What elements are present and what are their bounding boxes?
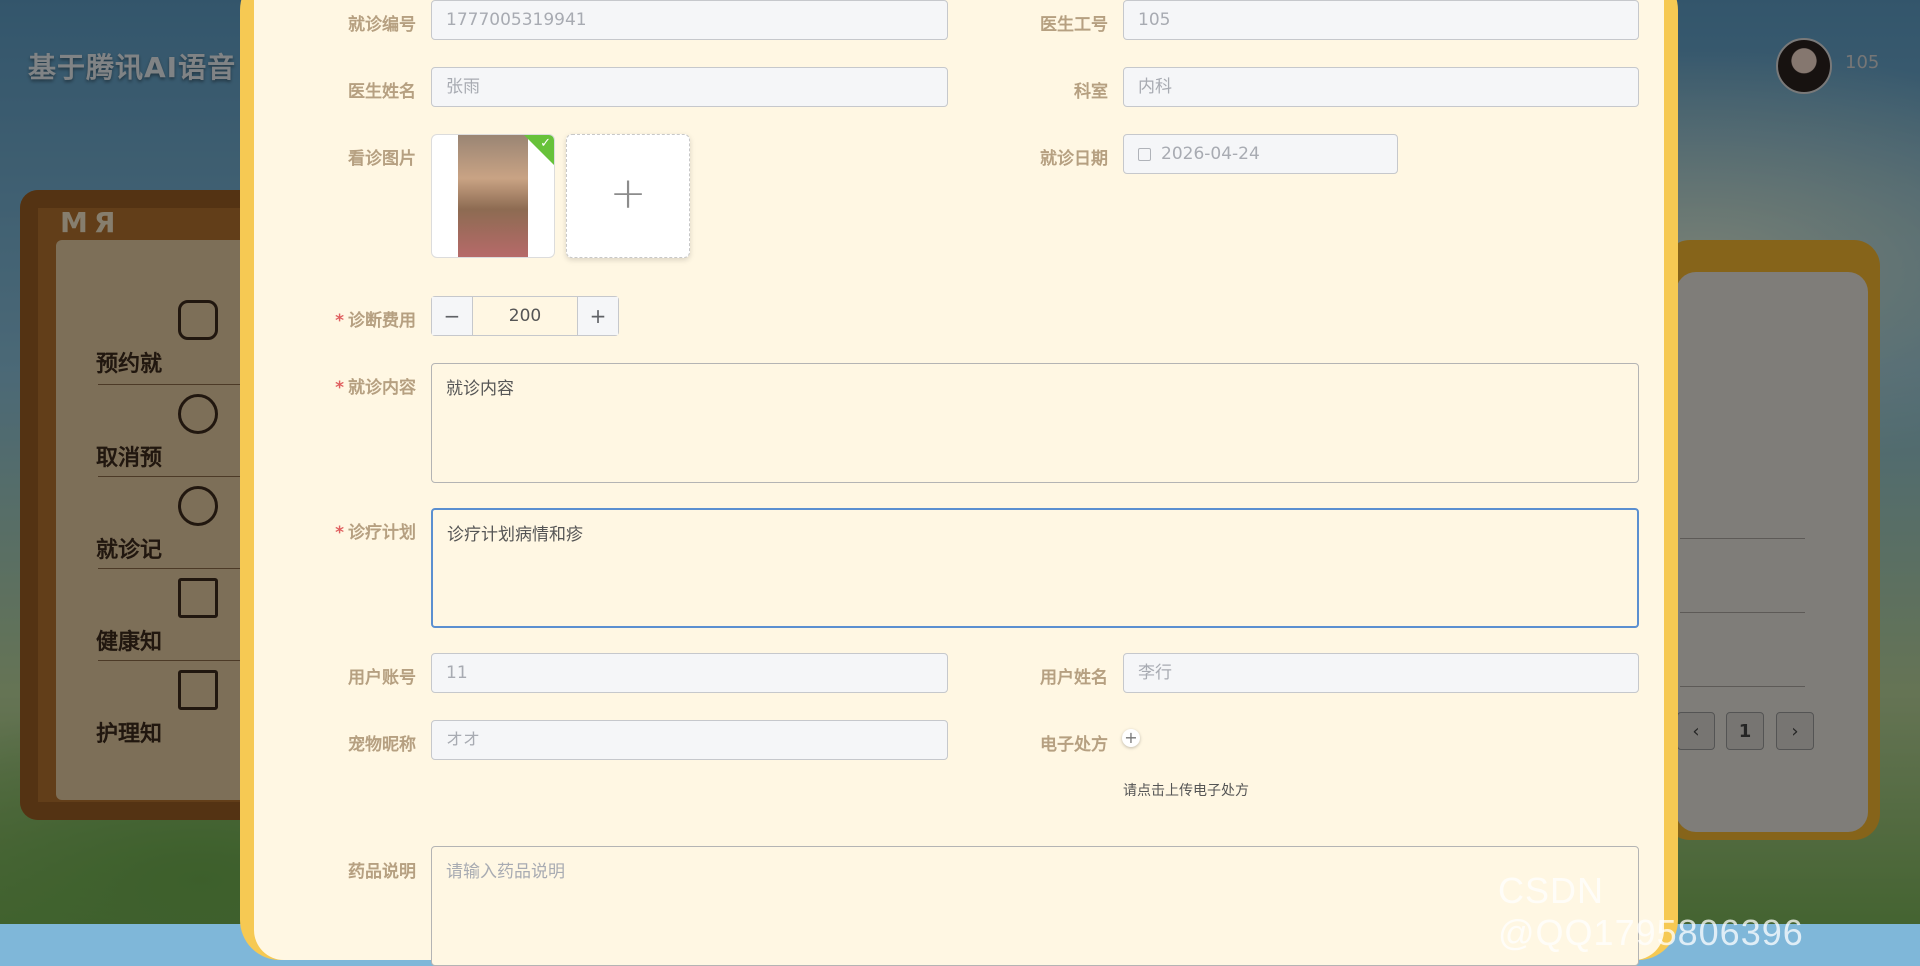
visit-image-thumbnail[interactable]: ✓ (431, 134, 555, 258)
doctor-name-label: 医生姓名 (348, 82, 416, 102)
department-label: 科室 (1074, 82, 1108, 102)
prescription-upload-button[interactable]: + (1122, 729, 1140, 747)
drug-desc-placeholder: 请输入药品说明 (446, 862, 565, 882)
visit-date-label: 就诊日期 (1040, 149, 1108, 169)
plan-label: * 诊疗计划 (335, 523, 416, 543)
user-account-field[interactable]: 11 (431, 653, 948, 693)
user-name-field[interactable]: 李行 (1123, 653, 1639, 693)
doctor-no-label: 医生工号 (1040, 15, 1108, 35)
calendar-icon (1138, 148, 1151, 161)
visit-date-value: 2026-04-24 (1161, 144, 1260, 164)
image-upload-button[interactable]: + (566, 134, 690, 258)
pet-name-label: 宠物昵称 (348, 735, 416, 755)
fee-value[interactable]: 200 (473, 297, 577, 335)
doctor-no-field[interactable]: 105 (1123, 0, 1639, 40)
visit-date-picker[interactable]: 2026-04-24 (1123, 134, 1398, 174)
department-field[interactable]: 内科 (1123, 67, 1639, 107)
drug-desc-textarea[interactable]: 请输入药品说明 (431, 846, 1639, 966)
prescription-label: 电子处方 (1040, 735, 1108, 755)
cat-photo (458, 135, 528, 257)
doctor-name-field[interactable]: 张雨 (431, 67, 948, 107)
visit-no-field[interactable]: 1777005319941 (431, 0, 948, 40)
fee-increase-button[interactable]: + (577, 297, 618, 335)
visit-image-label: 看诊图片 (348, 149, 416, 169)
fee-label: * 诊断费用 (335, 311, 416, 331)
content-textarea[interactable]: 就诊内容 (431, 363, 1639, 483)
check-icon: ✓ (540, 136, 551, 151)
visit-no-label: 就诊编号 (348, 15, 416, 35)
user-account-label: 用户账号 (348, 668, 416, 688)
user-name-label: 用户姓名 (1040, 668, 1108, 688)
content-label: * 就诊内容 (335, 378, 416, 398)
fee-decrease-button[interactable]: − (432, 297, 473, 335)
plan-textarea[interactable]: 诊疗计划病情和疹 (431, 508, 1639, 628)
watermark: CSDN @QQ1795806396 (1498, 870, 1804, 953)
pet-name-field[interactable]: オオ (431, 720, 948, 760)
drug-desc-label: 药品说明 (348, 862, 416, 882)
prescription-hint: 请点击上传电子处方 (1123, 783, 1249, 799)
fee-stepper[interactable]: − 200 + (431, 296, 619, 336)
